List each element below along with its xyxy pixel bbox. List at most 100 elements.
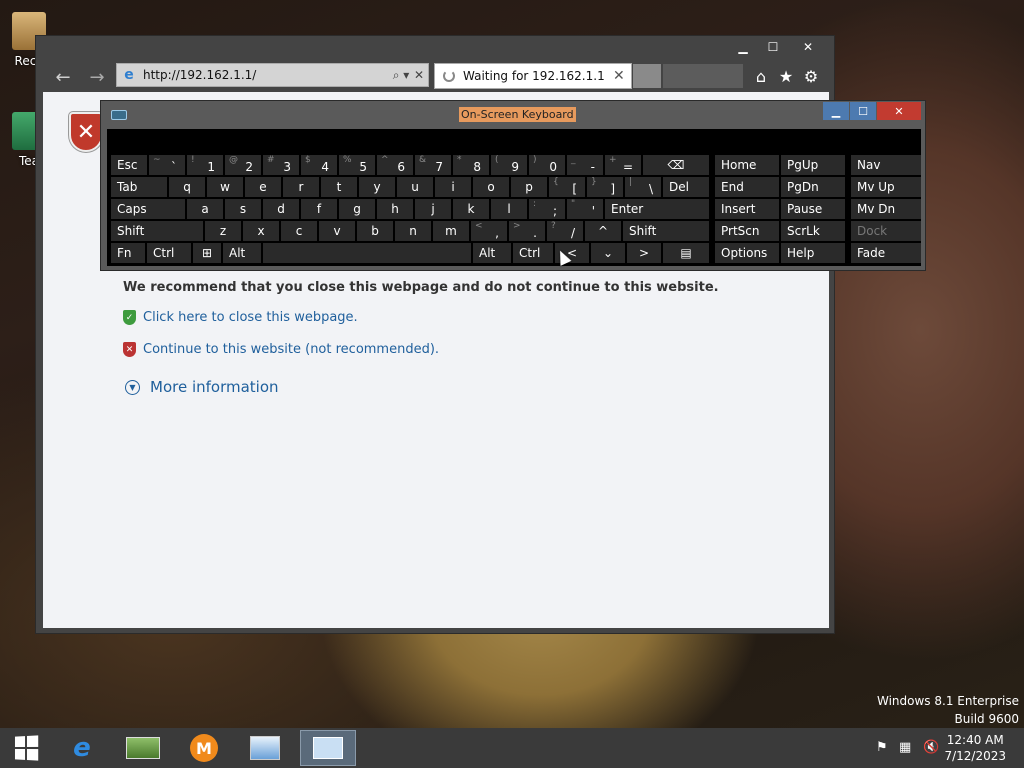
key-pgdn[interactable]: PgDn [781, 177, 845, 197]
key-x[interactable]: x [243, 221, 279, 241]
key-m[interactable]: m [433, 221, 469, 241]
key-z[interactable]: z [205, 221, 241, 241]
key-⌫[interactable]: ⌫ [643, 155, 709, 175]
action-center-flag-icon[interactable]: ⚑ [876, 740, 888, 755]
key-e[interactable]: e [245, 177, 281, 197]
minimize-button[interactable]: ▁ [728, 38, 758, 56]
key-=[interactable]: + = [605, 155, 641, 175]
key-insert[interactable]: Insert [715, 199, 779, 219]
key-8[interactable]: * 8 [453, 155, 489, 175]
key-2[interactable]: @2 [225, 155, 261, 175]
key-prtscn[interactable]: PrtScn [715, 221, 779, 241]
key-mv-dn[interactable]: Mv Dn [851, 199, 921, 219]
key-c[interactable]: c [281, 221, 317, 241]
gear-icon[interactable]: ⚙ [800, 64, 822, 88]
key-7[interactable]: & 7 [415, 155, 451, 175]
key-ctrl[interactable]: Ctrl [513, 243, 553, 263]
address-url[interactable]: http://192.162.1.1/ [143, 68, 392, 82]
close-webpage-link[interactable]: ✓ Click here to close this webpage. [123, 310, 358, 325]
osk-maximize-button[interactable]: ☐ [850, 102, 876, 120]
key-;[interactable]: :; [529, 199, 565, 219]
key-/[interactable]: ? / [547, 221, 583, 241]
key-⌄[interactable]: ⌄ [591, 243, 625, 263]
key-'[interactable]: " ' [567, 199, 603, 219]
continue-website-link-text[interactable]: Continue to this website (not recommende… [143, 342, 439, 357]
more-information-text[interactable]: More information [150, 378, 279, 396]
new-tab-button[interactable] [633, 64, 661, 88]
key-u[interactable]: u [397, 177, 433, 197]
key-o[interactable]: o [473, 177, 509, 197]
key-end[interactable]: End [715, 177, 779, 197]
key-caps[interactable]: Caps [111, 199, 185, 219]
forward-button[interactable]: → [84, 64, 110, 90]
key-dock[interactable]: Dock [851, 221, 921, 241]
key-9[interactable]: (9 [491, 155, 527, 175]
osk-close-button[interactable]: ✕ [877, 102, 921, 120]
stop-icon[interactable]: ✕ [410, 68, 428, 82]
key-ctrl[interactable]: Ctrl [147, 243, 191, 263]
key-nav[interactable]: Nav [851, 155, 921, 175]
key-p[interactable]: p [511, 177, 547, 197]
key-options[interactable]: Options [715, 243, 779, 263]
key-esc[interactable]: Esc [111, 155, 147, 175]
key-[[interactable]: {[ [549, 177, 585, 197]
start-button[interactable] [2, 730, 50, 766]
key-tab[interactable]: Tab [111, 177, 167, 197]
key-,[interactable]: <, [471, 221, 507, 241]
key-.[interactable]: >. [509, 221, 545, 241]
taskbar-internet-explorer[interactable]: e [54, 730, 110, 766]
key-i[interactable]: i [435, 177, 471, 197]
key-mv-up[interactable]: Mv Up [851, 177, 921, 197]
key-w[interactable]: w [207, 177, 243, 197]
key-r[interactable]: r [283, 177, 319, 197]
key-q[interactable]: q [169, 177, 205, 197]
search-dropdown-icon[interactable]: ⌕ ▾ [392, 68, 410, 83]
key-f[interactable]: f [301, 199, 337, 219]
key-6[interactable]: ^ 6 [377, 155, 413, 175]
key->[interactable]: > [627, 243, 661, 263]
key-s[interactable]: s [225, 199, 261, 219]
key-help[interactable]: Help [781, 243, 845, 263]
key-pgup[interactable]: PgUp [781, 155, 845, 175]
key-enter[interactable]: Enter [605, 199, 709, 219]
system-clock[interactable]: 12:40 AM 7/12/2023 [944, 732, 1006, 764]
home-icon[interactable]: ⌂ [750, 64, 772, 88]
key-shift[interactable]: Shift [623, 221, 709, 241]
key-alt[interactable]: Alt [473, 243, 511, 263]
key-j[interactable]: j [415, 199, 451, 219]
key-5[interactable]: % 5 [339, 155, 375, 175]
key-1[interactable]: ! 1 [187, 155, 223, 175]
key-4[interactable]: $4 [301, 155, 337, 175]
osk-minimize-button[interactable]: ▁ [823, 102, 849, 120]
key-y[interactable]: y [359, 177, 395, 197]
key-h[interactable]: h [377, 199, 413, 219]
key-scrlk[interactable]: ScrLk [781, 221, 845, 241]
key-shift[interactable]: Shift [111, 221, 203, 241]
key-fade[interactable]: Fade [851, 243, 921, 263]
address-bar[interactable]: e http://192.162.1.1/ ⌕ ▾ ✕ [116, 63, 429, 87]
key-k[interactable]: k [453, 199, 489, 219]
key-d[interactable]: d [263, 199, 299, 219]
key-⊞[interactable]: ⊞ [193, 243, 221, 263]
taskbar-on-screen-keyboard[interactable] [300, 730, 356, 766]
key-t[interactable]: t [321, 177, 357, 197]
key-b[interactable]: b [357, 221, 393, 241]
key-space[interactable] [263, 243, 471, 263]
key--[interactable]: _ - [567, 155, 603, 175]
close-webpage-link-text[interactable]: Click here to close this webpage. [143, 310, 358, 325]
close-button[interactable]: ✕ [788, 38, 828, 56]
key-l[interactable]: l [491, 199, 527, 219]
key-g[interactable]: g [339, 199, 375, 219]
favorites-star-icon[interactable]: ★ [775, 64, 797, 88]
key-][interactable]: }] [587, 177, 623, 197]
key-0[interactable]: ) 0 [529, 155, 565, 175]
key-▤[interactable]: ▤ [663, 243, 709, 263]
taskbar-app-green[interactable] [115, 730, 171, 766]
maximize-button[interactable]: ☐ [758, 38, 788, 56]
key-`[interactable]: ~ ` [149, 155, 185, 175]
more-information-toggle[interactable]: ▼ More information [125, 378, 279, 396]
key-del[interactable]: Del [663, 177, 709, 197]
key-fn[interactable]: Fn [111, 243, 145, 263]
volume-muted-icon[interactable]: 🔇 [923, 740, 939, 755]
key-^[interactable]: ^ [585, 221, 621, 241]
